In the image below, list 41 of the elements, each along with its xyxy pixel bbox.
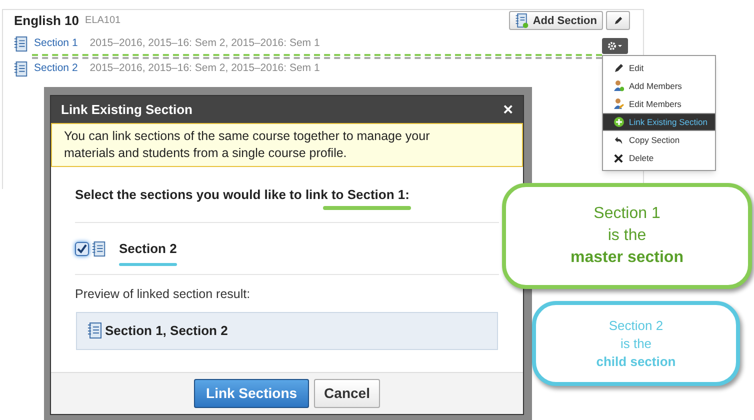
menu-item[interactable]: Copy Section bbox=[603, 131, 715, 149]
course-title: English 10 bbox=[14, 12, 80, 30]
close-icon bbox=[614, 154, 623, 162]
section-link[interactable]: Section 2 bbox=[34, 60, 78, 76]
notebook-add-icon bbox=[514, 13, 529, 28]
pencil-icon bbox=[614, 63, 624, 73]
dialog-title: Link Existing Section bbox=[61, 100, 192, 119]
checkbox[interactable] bbox=[75, 242, 89, 256]
cancel-button[interactable]: Cancel bbox=[314, 379, 380, 408]
section-label: Section 2 bbox=[119, 238, 177, 258]
preview-value: Section 1, Section 2 bbox=[105, 322, 228, 340]
menu-item[interactable]: Edit Members bbox=[603, 95, 715, 113]
prompt-text: Select the sections you would like to link to Section 1: bbox=[75, 184, 410, 204]
underline-mark bbox=[119, 263, 177, 266]
menu-item[interactable]: Link Existing Section bbox=[603, 113, 715, 131]
callout-text: Section 1 is the master section bbox=[570, 204, 684, 268]
section-link[interactable]: Section 1 bbox=[34, 36, 78, 52]
close-button[interactable]: × bbox=[503, 101, 513, 118]
person-add-icon bbox=[613, 80, 624, 92]
menu-item[interactable]: Delete bbox=[603, 149, 715, 167]
notebook-icon bbox=[92, 240, 106, 256]
edit-button[interactable] bbox=[606, 11, 630, 30]
section-terms: 2015–2016, 2015–16: Sem 2, 2015–2016: Sem 1 bbox=[90, 60, 320, 76]
notebook-icon bbox=[88, 322, 102, 340]
settings-button[interactable] bbox=[602, 38, 628, 54]
course-code: ELA101 bbox=[85, 14, 121, 28]
undo-arrow-icon bbox=[614, 136, 623, 144]
notice-text: You can link sections of the same course together to manage your materials and students from a single course profile. bbox=[64, 128, 431, 162]
menu-item[interactable]: Edit bbox=[603, 59, 715, 77]
link-sections-button[interactable]: Link Sections bbox=[194, 379, 310, 408]
callout-text: Section 2 is the child section bbox=[596, 316, 676, 370]
section-terms: 2015–2016, 2015–16: Sem 2, 2015–2016: Sem 1 bbox=[90, 36, 320, 51]
pencil-icon bbox=[614, 16, 622, 26]
menu-item[interactable]: Add Members bbox=[603, 77, 715, 95]
person-edit-icon bbox=[613, 98, 624, 110]
plus-icon bbox=[614, 117, 624, 127]
notebook-icon bbox=[14, 36, 28, 52]
settings-icon bbox=[607, 41, 623, 51]
notebook-icon bbox=[14, 60, 28, 76]
add-section-button[interactable]: Add Section bbox=[508, 11, 603, 30]
preview-label: Preview of linked section result: bbox=[75, 286, 252, 303]
